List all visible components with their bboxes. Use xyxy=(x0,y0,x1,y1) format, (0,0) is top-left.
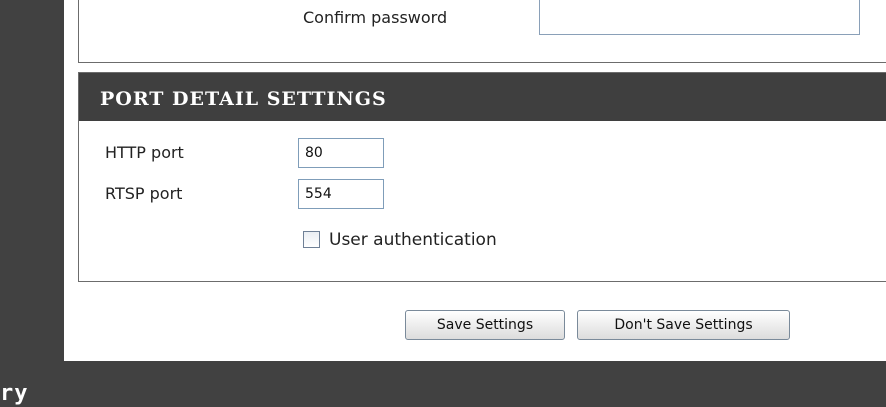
footer-brand-text: ry xyxy=(0,381,29,406)
port-detail-settings-section: PORT DETAIL SETTINGS HTTP port 80 RTSP p… xyxy=(78,72,886,282)
dont-save-settings-button[interactable]: Don't Save Settings xyxy=(577,310,790,340)
save-settings-button[interactable]: Save Settings xyxy=(405,310,565,340)
user-authentication-label: User authentication xyxy=(329,230,497,250)
http-port-input[interactable]: 80 xyxy=(298,138,384,168)
left-sidebar-bar xyxy=(0,0,64,407)
rtsp-port-label: RTSP port xyxy=(105,184,183,203)
http-port-label: HTTP port xyxy=(105,143,184,162)
footer-bar xyxy=(0,361,886,407)
user-authentication-checkbox[interactable] xyxy=(303,231,320,248)
main-content: Confirm password PORT DETAIL SETTINGS HT… xyxy=(64,0,886,361)
rtsp-port-input[interactable]: 554 xyxy=(298,179,384,209)
section-title: PORT DETAIL SETTINGS xyxy=(79,73,886,121)
confirm-password-label: Confirm password xyxy=(303,8,448,27)
password-section: Confirm password xyxy=(78,0,886,63)
confirm-password-input[interactable] xyxy=(539,0,860,35)
